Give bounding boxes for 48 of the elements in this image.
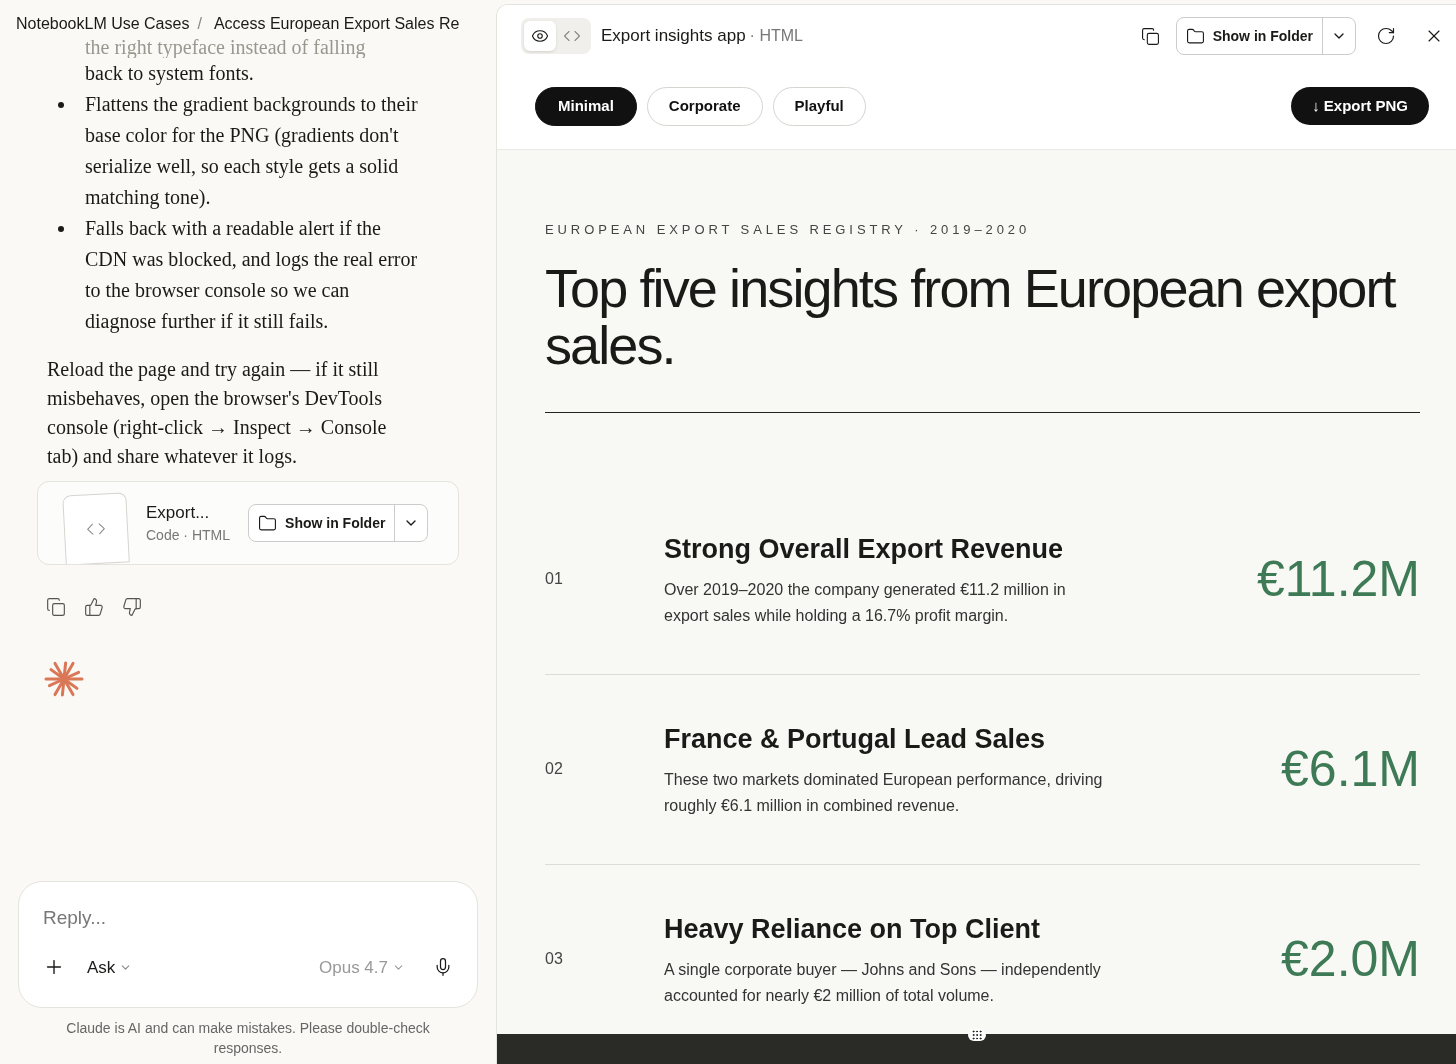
- insight-value: €11.2M: [1256, 549, 1420, 609]
- insight-number: 03: [545, 949, 564, 969]
- reply-field[interactable]: Reply...: [43, 904, 453, 933]
- style-tab[interactable]: Corporate: [646, 86, 763, 126]
- disclaimer-text: Claude is AI and can make mistakes. Please double-check responses.: [65, 1019, 431, 1058]
- artifact-title: Export insights app: [601, 25, 746, 48]
- bullet-icon: [58, 226, 64, 232]
- eyebrow-text: EUROPEAN EXPORT SALES REGISTRY · 2019–2020: [545, 221, 1032, 239]
- style-tab[interactable]: Minimal: [535, 86, 637, 126]
- style-tab[interactable]: Playful: [772, 86, 866, 126]
- headline: Top five insights from European export sales.: [545, 259, 1420, 413]
- mode-selector[interactable]: Ask: [87, 954, 133, 980]
- copy-icon[interactable]: [1140, 26, 1160, 46]
- bullet-icon: [58, 102, 64, 108]
- message-paragraph: Reload the page and try again — if it still misbehaves, open the browser's DevTools console (right-click → Inspect → Console tab) and share whatever it logs.: [47, 357, 387, 470]
- artifact-title: Export...: [146, 501, 211, 524]
- insight-description: A single corporate buyer — Johns and Sons — independently accounted for nearly €2 million of total volume.: [664, 960, 1102, 1007]
- folder-icon: [258, 513, 278, 533]
- insight-title: Heavy Reliance on Top Client: [664, 912, 1042, 946]
- asterisk-logo-icon: [44, 659, 84, 699]
- breadcrumb-link[interactable]: NotebookLM Use Cases: [12, 12, 190, 36]
- artifact-card[interactable]: Export... Code · HTML Show in Folder: [37, 481, 459, 565]
- insight-title: Strong Overall Export Revenue: [664, 532, 1065, 566]
- insight-description: These two markets dominated European performance, driving roughly €6.1 million in combined revenue.: [664, 770, 1104, 817]
- thumbs-down-icon[interactable]: [122, 597, 142, 617]
- grip-icon: [970, 1029, 983, 1041]
- reload-icon[interactable]: [1376, 26, 1396, 46]
- message-text: back to system fonts.: [84, 61, 255, 87]
- eye-icon: [531, 27, 549, 45]
- resize-handle[interactable]: [967, 1029, 986, 1041]
- artifact-type: · HTML: [749, 26, 803, 46]
- artifact-meta: Code · HTML: [146, 526, 231, 546]
- breadcrumb-separator: /: [197, 14, 202, 34]
- insight-description: Over 2019–2020 the company generated €11.2 million in export sales while holding a 16.7% profit margin.: [664, 580, 1067, 627]
- copy-icon[interactable]: [46, 597, 66, 617]
- folder-icon: [1185, 26, 1205, 46]
- insight-number: 01: [545, 569, 564, 589]
- breadcrumb-link[interactable]: Access European Export Sales Re: [209, 12, 460, 36]
- export-png-button[interactable]: ↓ Export PNG: [1291, 87, 1429, 125]
- faded-text: the right typeface instead of falling: [84, 36, 367, 58]
- insight-title: France & Portugal Lead Sales: [664, 722, 1047, 756]
- insight-value: €2.0M: [1281, 929, 1420, 989]
- thumbs-up-icon[interactable]: [84, 597, 104, 617]
- bullet-text: Falls back with a readable alert if the CDN was blocked, and logs the real error to the browser console so we can diagnose further if it still fails.: [85, 216, 419, 335]
- insight-number: 02: [545, 759, 564, 779]
- bullet-text: Flattens the gradient backgrounds to their base color for the PNG (gradients don't serialize well, so each style gets a solid matching tone).: [85, 92, 419, 211]
- preview-toggle[interactable]: [524, 21, 556, 51]
- insight-value: €6.1M: [1281, 739, 1420, 799]
